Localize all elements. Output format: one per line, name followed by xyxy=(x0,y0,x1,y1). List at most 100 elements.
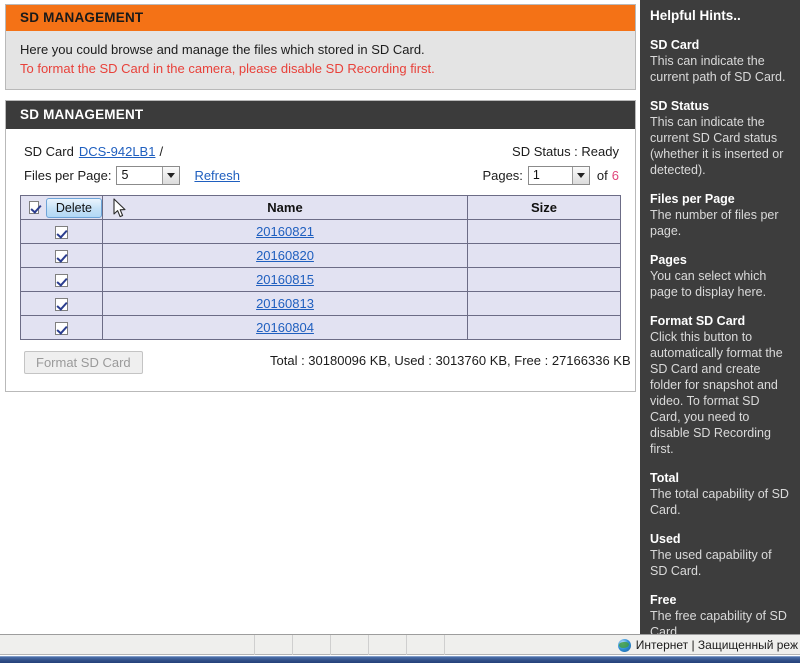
hint-free: Free The free capability of SD Card. xyxy=(650,592,790,634)
hint-heading: Pages xyxy=(650,253,687,267)
sd-file-table: Delete Name Size 20160821 20160820 20160… xyxy=(20,195,621,340)
hint-heading: Files per Page xyxy=(650,192,735,206)
pages-select[interactable]: 1 xyxy=(527,165,590,185)
status-bar-segment xyxy=(330,635,368,655)
row-checkbox-cell xyxy=(20,243,103,268)
table-row: 20160820 xyxy=(20,243,621,268)
sd-card-path-group: SD Card DCS-942LB1 / xyxy=(24,139,163,163)
row-size-cell xyxy=(467,219,621,244)
select-all-checkbox[interactable] xyxy=(29,201,39,214)
table-header-row: Delete Name Size xyxy=(20,195,621,220)
delete-button[interactable]: Delete xyxy=(45,197,102,218)
globe-icon xyxy=(617,638,631,652)
helpful-hints-sidebar: Helpful Hints.. SD Card This can indicat… xyxy=(640,0,800,634)
file-link[interactable]: 20160815 xyxy=(256,272,314,287)
intro-description: Here you could browse and manage the fil… xyxy=(20,42,425,57)
hint-text: Click this button to automatically forma… xyxy=(650,330,783,456)
sd-management-panel: SD MANAGEMENT SD Card DCS-942LB1 / SD St… xyxy=(5,100,636,392)
pages-value: 1 xyxy=(532,167,540,182)
row-checkbox[interactable] xyxy=(55,226,68,240)
security-zone-indicator[interactable]: Интернет | Защищенный реж xyxy=(617,635,798,655)
table-row: 20160804 xyxy=(20,315,621,340)
pagination-row: Files per Page: 5 Refresh Pages: 1 of 6 xyxy=(20,163,621,187)
file-link[interactable]: 20160813 xyxy=(256,296,314,311)
table-row: 20160815 xyxy=(20,267,621,292)
row-size-cell xyxy=(467,267,621,292)
hints-title: Helpful Hints.. xyxy=(650,8,741,23)
pages-group: Pages: 1 of 6 xyxy=(482,163,619,187)
browser-viewport: SD MANAGEMENT Here you could browse and … xyxy=(0,0,800,663)
chevron-down-icon xyxy=(162,166,180,184)
hint-format-sd-card: Format SD Card Click this button to auto… xyxy=(650,313,790,457)
hint-heading: Free xyxy=(650,593,677,607)
pages-total: 6 xyxy=(611,167,619,183)
row-checkbox[interactable] xyxy=(55,322,68,336)
files-per-page-label: Files per Page: xyxy=(24,167,112,183)
format-sd-card-button[interactable]: Format SD Card xyxy=(24,351,143,374)
intro-panel-title: SD MANAGEMENT xyxy=(6,5,635,31)
row-size-cell xyxy=(467,243,621,268)
hint-text: The used capability of SD Card. xyxy=(650,548,772,578)
row-name-cell: 20160804 xyxy=(102,315,468,340)
hint-files-per-page: Files per Page The number of files per p… xyxy=(650,191,790,239)
row-name-cell: 20160813 xyxy=(102,291,468,316)
table-row: 20160821 xyxy=(20,219,621,244)
files-per-page-select[interactable]: 5 xyxy=(116,165,181,185)
intro-panel: SD MANAGEMENT Here you could browse and … xyxy=(5,4,636,90)
files-per-page-group: Files per Page: 5 Refresh xyxy=(24,163,240,187)
status-bar-segments xyxy=(254,635,482,655)
pages-label: Pages: xyxy=(482,167,523,183)
files-per-page-value: 5 xyxy=(121,167,129,182)
sd-status-group: SD Status : Ready xyxy=(512,139,619,163)
hint-text: The free capability of SD Card. xyxy=(650,609,787,634)
hint-text: You can select which page to display her… xyxy=(650,269,767,299)
sd-card-path-link[interactable]: DCS-942LB1 xyxy=(79,144,156,159)
status-bar-segment xyxy=(368,635,406,655)
sd-capacity-totals: Total : 30180096 KB, Used : 3013760 KB, … xyxy=(270,353,631,368)
hint-text: The total capability of SD Card. xyxy=(650,487,789,517)
row-checkbox-cell xyxy=(20,219,103,244)
file-link[interactable]: 20160804 xyxy=(256,320,314,335)
file-link[interactable]: 20160821 xyxy=(256,224,314,239)
hint-heading: Used xyxy=(650,532,681,546)
sd-management-panel-body: SD Card DCS-942LB1 / SD Status : Ready F… xyxy=(6,129,635,391)
row-checkbox[interactable] xyxy=(55,274,68,288)
row-checkbox-cell xyxy=(20,315,103,340)
row-checkbox[interactable] xyxy=(55,298,68,312)
refresh-link[interactable]: Refresh xyxy=(194,168,240,183)
hint-text: The number of files per page. xyxy=(650,208,779,238)
hint-sd-card: SD Card This can indicate the current pa… xyxy=(650,37,790,85)
hint-heading: Format SD Card xyxy=(650,314,746,328)
row-size-cell xyxy=(467,291,621,316)
sd-file-table-body: 20160821 20160820 20160815 20160813 2016… xyxy=(20,219,621,340)
hint-total: Total The total capability of SD Card. xyxy=(650,470,790,518)
sd-status-text: SD Status : Ready xyxy=(512,143,619,159)
sd-file-table-wrap: Delete Name Size 20160821 20160820 20160… xyxy=(20,195,621,340)
row-checkbox-cell xyxy=(20,267,103,292)
row-name-cell: 20160821 xyxy=(102,219,468,244)
security-zone-text: Интернет | Защищенный реж xyxy=(635,638,798,652)
table-row: 20160813 xyxy=(20,291,621,316)
os-taskbar[interactable] xyxy=(0,656,800,663)
sd-footer: Format SD Card Total : 30180096 KB, Used… xyxy=(20,351,631,377)
table-actions-header: Delete xyxy=(20,195,103,220)
file-link[interactable]: 20160820 xyxy=(256,248,314,263)
sd-card-path-row: SD Card DCS-942LB1 / SD Status : Ready xyxy=(20,139,621,163)
hint-heading: SD Card xyxy=(650,38,700,52)
hint-text: This can indicate the current SD Card st… xyxy=(650,115,784,177)
row-checkbox[interactable] xyxy=(55,250,68,264)
chevron-down-icon xyxy=(571,166,589,184)
pages-of-label: of xyxy=(596,167,608,183)
hint-pages: Pages You can select which page to displ… xyxy=(650,252,790,300)
browser-status-bar: Интернет | Защищенный реж xyxy=(0,634,800,655)
hint-heading: SD Status xyxy=(650,99,710,113)
intro-warning: To format the SD Card in the camera, ple… xyxy=(20,61,435,76)
hint-used: Used The used capability of SD Card. xyxy=(650,531,790,579)
status-bar-segment xyxy=(254,635,292,655)
row-name-cell: 20160815 xyxy=(102,267,468,292)
table-header-size: Size xyxy=(467,195,621,220)
status-bar-segment xyxy=(292,635,330,655)
status-bar-segment xyxy=(444,635,482,655)
status-bar-segment xyxy=(406,635,444,655)
hint-sd-status: SD Status This can indicate the current … xyxy=(650,98,790,178)
